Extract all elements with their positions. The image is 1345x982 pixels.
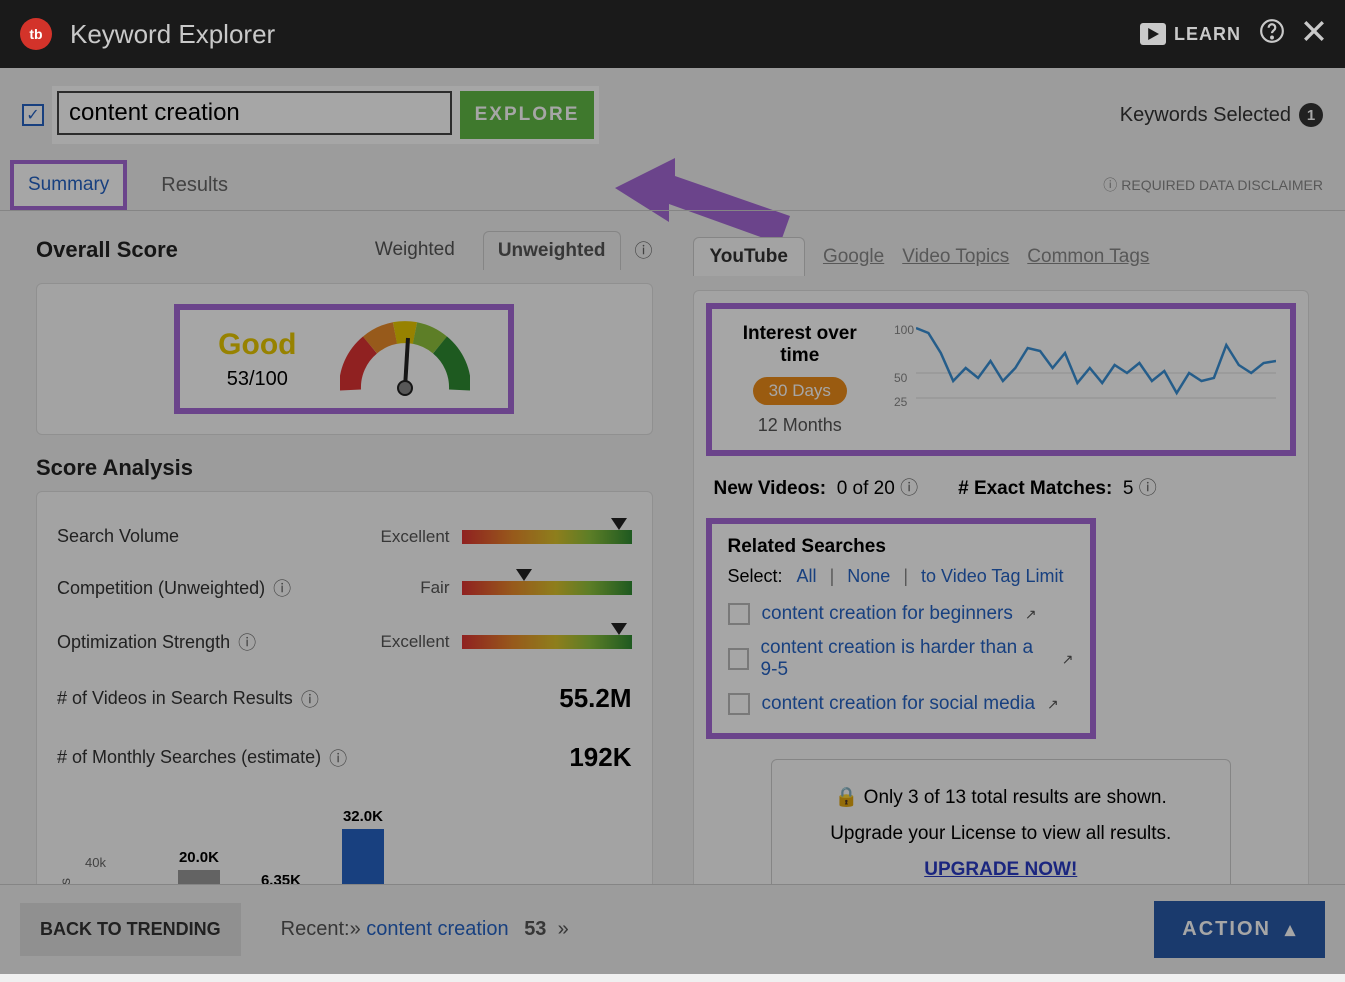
app-title: Keyword Explorer: [70, 19, 275, 50]
help-icon[interactable]: [1259, 18, 1285, 51]
learn-label: LEARN: [1174, 24, 1241, 45]
close-icon[interactable]: [1303, 20, 1325, 49]
learn-button[interactable]: LEARN: [1140, 23, 1241, 45]
app-logo: tb: [20, 18, 52, 50]
app-header: tb Keyword Explorer LEARN: [0, 0, 1345, 68]
play-icon: [1140, 23, 1166, 45]
dim-overlay: [0, 0, 1345, 974]
